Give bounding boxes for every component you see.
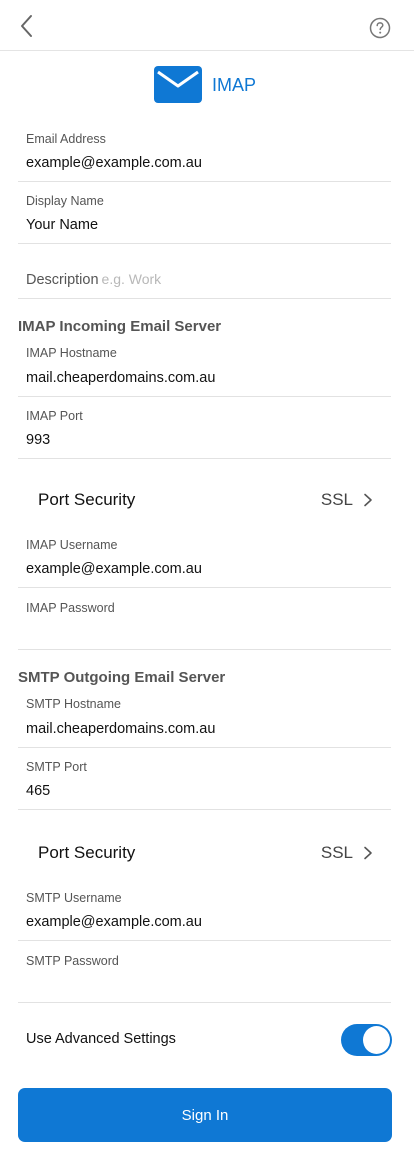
incoming-server-heading: IMAP Incoming Email Server [18,318,222,335]
envelope-icon [154,66,202,103]
help-button[interactable] [369,17,391,39]
back-button[interactable] [14,12,40,40]
divider [18,181,391,182]
smtp-port-field[interactable]: 465 [26,783,50,799]
smtp-port-label: SMTP Port [26,760,87,774]
smtp-port-security-row[interactable]: Port Security SSL [18,833,391,873]
divider [18,587,391,588]
account-type-title: IMAP [212,75,257,95]
divider [18,809,391,810]
divider [18,940,391,941]
smtp-hostname-field[interactable]: mail.cheaperdomains.com.au [26,721,215,737]
smtp-password-label: SMTP Password [26,954,119,968]
smtp-username-field[interactable]: example@example.com.au [26,914,202,930]
advanced-settings-row: Use Advanced Settings [0,1022,414,1058]
divider [18,747,391,748]
question-circle-icon [369,17,391,39]
imap-password-label: IMAP Password [26,601,115,615]
chevron-left-icon [21,15,32,37]
port-security-value: SSL [320,490,353,509]
chevron-right-icon [364,493,372,507]
divider [18,458,391,459]
smtp-username-label: SMTP Username [26,891,122,905]
imap-port-security-row[interactable]: Port Security SSL [18,480,391,520]
advanced-settings-label: Use Advanced Settings [26,1031,176,1047]
divider [18,649,391,650]
divider [18,243,391,244]
imap-username-label: IMAP Username [26,538,118,552]
imap-hostname-label: IMAP Hostname [26,346,117,360]
description-row: Description [26,271,322,288]
port-security-label: Port Security [38,490,136,509]
top-bar [0,0,414,51]
display-name-field[interactable]: Your Name [26,217,98,233]
divider [18,1002,391,1003]
imap-hostname-field[interactable]: mail.cheaperdomains.com.au [26,370,215,386]
port-security-value: SSL [320,843,353,862]
email-address-label: Email Address [26,132,106,146]
email-address-field[interactable]: example@example.com.au [26,155,202,171]
imap-port-label: IMAP Port [26,409,83,423]
sign-in-button[interactable]: Sign In [18,1088,392,1142]
chevron-right-icon [364,846,372,860]
toggle-knob [363,1026,390,1054]
outgoing-server-heading: SMTP Outgoing Email Server [18,669,226,686]
display-name-label: Display Name [26,194,104,208]
divider [18,298,391,299]
port-security-label: Port Security [38,843,136,862]
imap-username-field[interactable]: example@example.com.au [26,561,202,577]
imap-port-field[interactable]: 993 [26,432,50,448]
description-input[interactable] [101,271,322,287]
divider [18,396,391,397]
advanced-settings-toggle[interactable] [341,1024,392,1056]
smtp-hostname-label: SMTP Hostname [26,697,121,711]
description-label: Description [26,272,99,288]
account-type-header: IMAP [0,63,414,105]
